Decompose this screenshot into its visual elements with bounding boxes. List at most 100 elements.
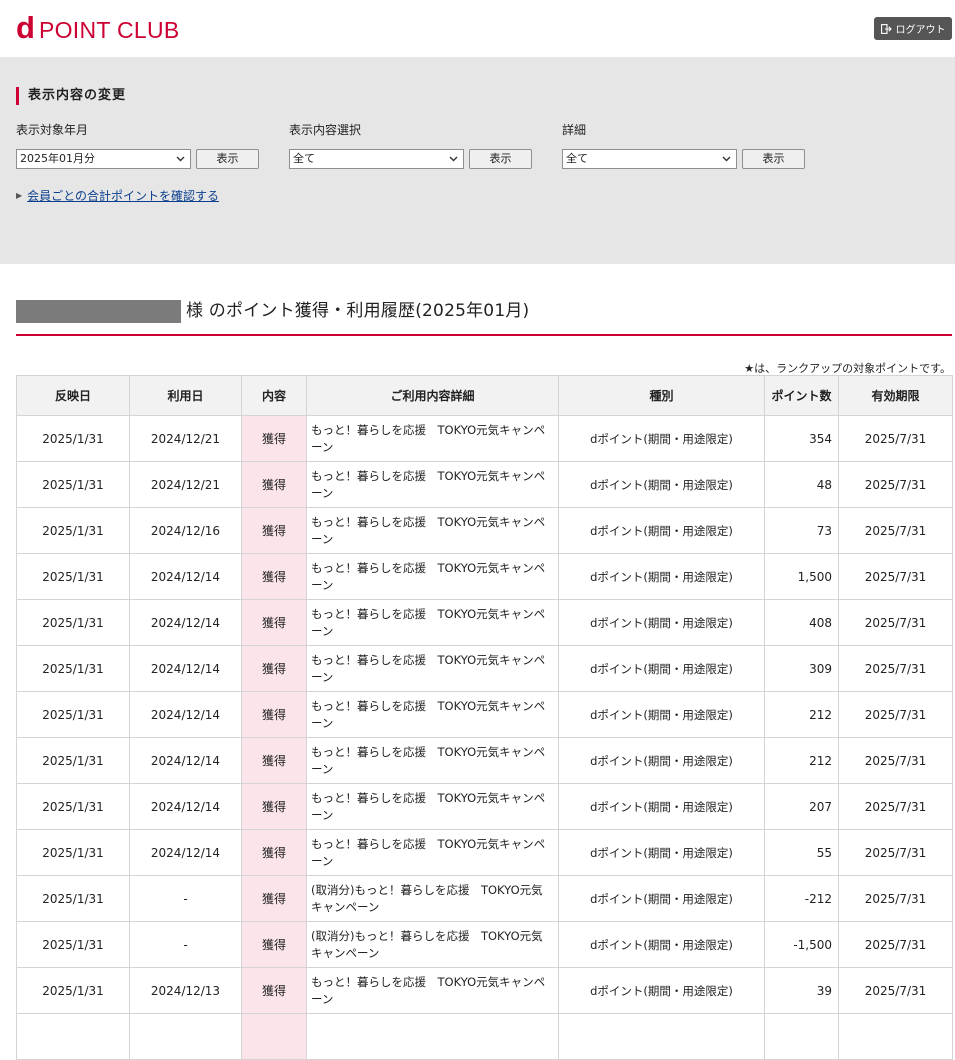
cell-points: 55 [764,829,839,876]
cell-reflect-date: 2025/1/31 [16,553,130,600]
col-expiry: 有効期限 [838,375,953,416]
field-content-select: 表示内容選択 全て 表示 [289,122,532,169]
cell-type: dポイント(期間・用途限定) [558,783,765,830]
cell-points: 73 [764,507,839,554]
logo-text: POINT CLUB [38,17,180,43]
table-row: 2025/1/31 2024/12/14 獲得 もっと！暮らしを応援 TOKYO元気キ… [16,691,953,738]
cell-detail: (取消分)もっと！暮らしを応援 TOKYO元気キャンペーン [306,921,559,968]
cell-reflect-date: 2025/1/31 [16,599,130,646]
logout-button[interactable]: ログアウト [874,17,952,40]
cell-detail [306,1013,559,1060]
cell-type: dポイント(期間・用途限定) [558,875,765,922]
cell-points: -212 [764,875,839,922]
detail-select[interactable]: 全て [562,149,737,169]
cell-kind: 獲得 [241,783,307,830]
cell-type: dポイント(期間・用途限定) [558,645,765,692]
cell-type [558,1013,765,1060]
col-detail: ご利用内容詳細 [306,375,559,416]
table-row: 2025/1/31 2024/12/16 獲得 もっと！暮らしを応援 TOKYO元気キ… [16,507,953,554]
content-select[interactable]: 全て [289,149,464,169]
cell-kind: 獲得 [241,415,307,462]
cell-expiry: 2025/7/31 [838,829,953,876]
cell-use-date: 2024/12/14 [129,599,242,646]
cell-points: 408 [764,599,839,646]
cell-use-date: 2024/12/21 [129,415,242,462]
cell-reflect-date [16,1013,130,1060]
cell-expiry: 2025/7/31 [838,691,953,738]
cell-reflect-date: 2025/1/31 [16,645,130,692]
chevron-down-icon [448,150,458,168]
cell-kind: 獲得 [241,829,307,876]
cell-points: 48 [764,461,839,508]
cell-points: -1,500 [764,921,839,968]
cell-use-date: 2024/12/14 [129,691,242,738]
cell-kind: 獲得 [241,921,307,968]
show-button[interactable]: 表示 [469,149,532,169]
cell-points: 207 [764,783,839,830]
cell-use-date: 2024/12/14 [129,645,242,692]
panel-title: 表示内容の変更 [16,87,126,105]
cell-type: dポイント(期間・用途限定) [558,829,765,876]
cell-kind: 獲得 [241,553,307,600]
table-row: 2025/1/31 2024/12/14 獲得 もっと！暮らしを応援 TOKYO元気キ… [16,553,953,600]
cell-detail: もっと！暮らしを応援 TOKYO元気キャンペーン [306,507,559,554]
logout-label: ログアウト [895,25,946,36]
cell-use-date: 2024/12/13 [129,967,242,1014]
cell-use-date: 2024/12/14 [129,737,242,784]
target-month-select[interactable]: 2025年01月分 [16,149,191,169]
triangle-right-icon: ▶ [16,191,23,200]
cell-type: dポイント(期間・用途限定) [558,921,765,968]
site-header: d POINT CLUB ログアウト [0,0,955,57]
d-point-club-logo[interactable]: d POINT CLUB [16,12,180,43]
table-row: 2025/1/31 2024/12/13 獲得 もっと！暮らしを応援 TOKYO元気キ… [16,967,953,1014]
points-history-table: 反映日 利用日 内容 ご利用内容詳細 種別 ポイント数 有効期限 2025/1/… [16,375,953,1060]
table-row: 2025/1/31 2024/12/21 獲得 もっと！暮らしを応援 TOKYO元気キ… [16,461,953,508]
cell-detail: もっと！暮らしを応援 TOKYO元気キャンペーン [306,461,559,508]
table-row [16,1013,953,1060]
cell-detail: もっと！暮らしを応援 TOKYO元気キャンペーン [306,599,559,646]
table-row: 2025/1/31 2024/12/14 獲得 もっと！暮らしを応援 TOKYO元気キ… [16,829,953,876]
cell-type: dポイント(期間・用途限定) [558,737,765,784]
cell-expiry [838,1013,953,1060]
cell-detail: もっと！暮らしを応援 TOKYO元気キャンペーン [306,737,559,784]
field-label: 表示対象年月 [16,123,89,137]
cell-kind: 獲得 [241,737,307,784]
cell-reflect-date: 2025/1/31 [16,507,130,554]
cell-expiry: 2025/7/31 [838,507,953,554]
cell-detail: もっと！暮らしを応援 TOKYO元気キャンペーン [306,783,559,830]
col-kind: 内容 [241,375,307,416]
cell-expiry: 2025/7/31 [838,645,953,692]
cell-points: 354 [764,415,839,462]
cell-points: 1,500 [764,553,839,600]
col-use-date: 利用日 [129,375,242,416]
cell-type: dポイント(期間・用途限定) [558,507,765,554]
cell-expiry: 2025/7/31 [838,553,953,600]
cell-reflect-date: 2025/1/31 [16,461,130,508]
show-button[interactable]: 表示 [196,149,259,169]
chevron-down-icon [175,150,185,168]
cell-use-date: 2024/12/14 [129,829,242,876]
cell-kind: 獲得 [241,599,307,646]
cell-kind: 獲得 [241,967,307,1014]
cell-detail: もっと！暮らしを応援 TOKYO元気キャンペーン [306,967,559,1014]
cell-expiry: 2025/7/31 [838,875,953,922]
cell-reflect-date: 2025/1/31 [16,783,130,830]
table-row: 2025/1/31 2024/12/14 獲得 もっと！暮らしを応援 TOKYO元気キ… [16,599,953,646]
cell-points: 309 [764,645,839,692]
cell-type: dポイント(期間・用途限定) [558,553,765,600]
cell-reflect-date: 2025/1/31 [16,415,130,462]
table-row: 2025/1/31 2024/12/14 獲得 もっと！暮らしを応援 TOKYO元気キ… [16,645,953,692]
cell-points [764,1013,839,1060]
table-row: 2025/1/31- 獲得 (取消分)もっと！暮らしを応援 TOKYO元気キャンペー… [16,875,953,922]
cell-use-date: 2024/12/14 [129,553,242,600]
cell-use-date: - [129,921,242,968]
cell-detail: もっと！暮らしを応援 TOKYO元気キャンペーン [306,829,559,876]
show-button[interactable]: 表示 [742,149,805,169]
cell-kind: 獲得 [241,645,307,692]
field-label: 詳細 [562,123,587,137]
member-total-points-link[interactable]: 会員ごとの合計ポイントを確認する [27,187,219,204]
logout-icon [880,23,892,34]
select-value: 全て [566,152,588,165]
cell-expiry: 2025/7/31 [838,461,953,508]
field-label: 表示内容選択 [289,123,362,137]
